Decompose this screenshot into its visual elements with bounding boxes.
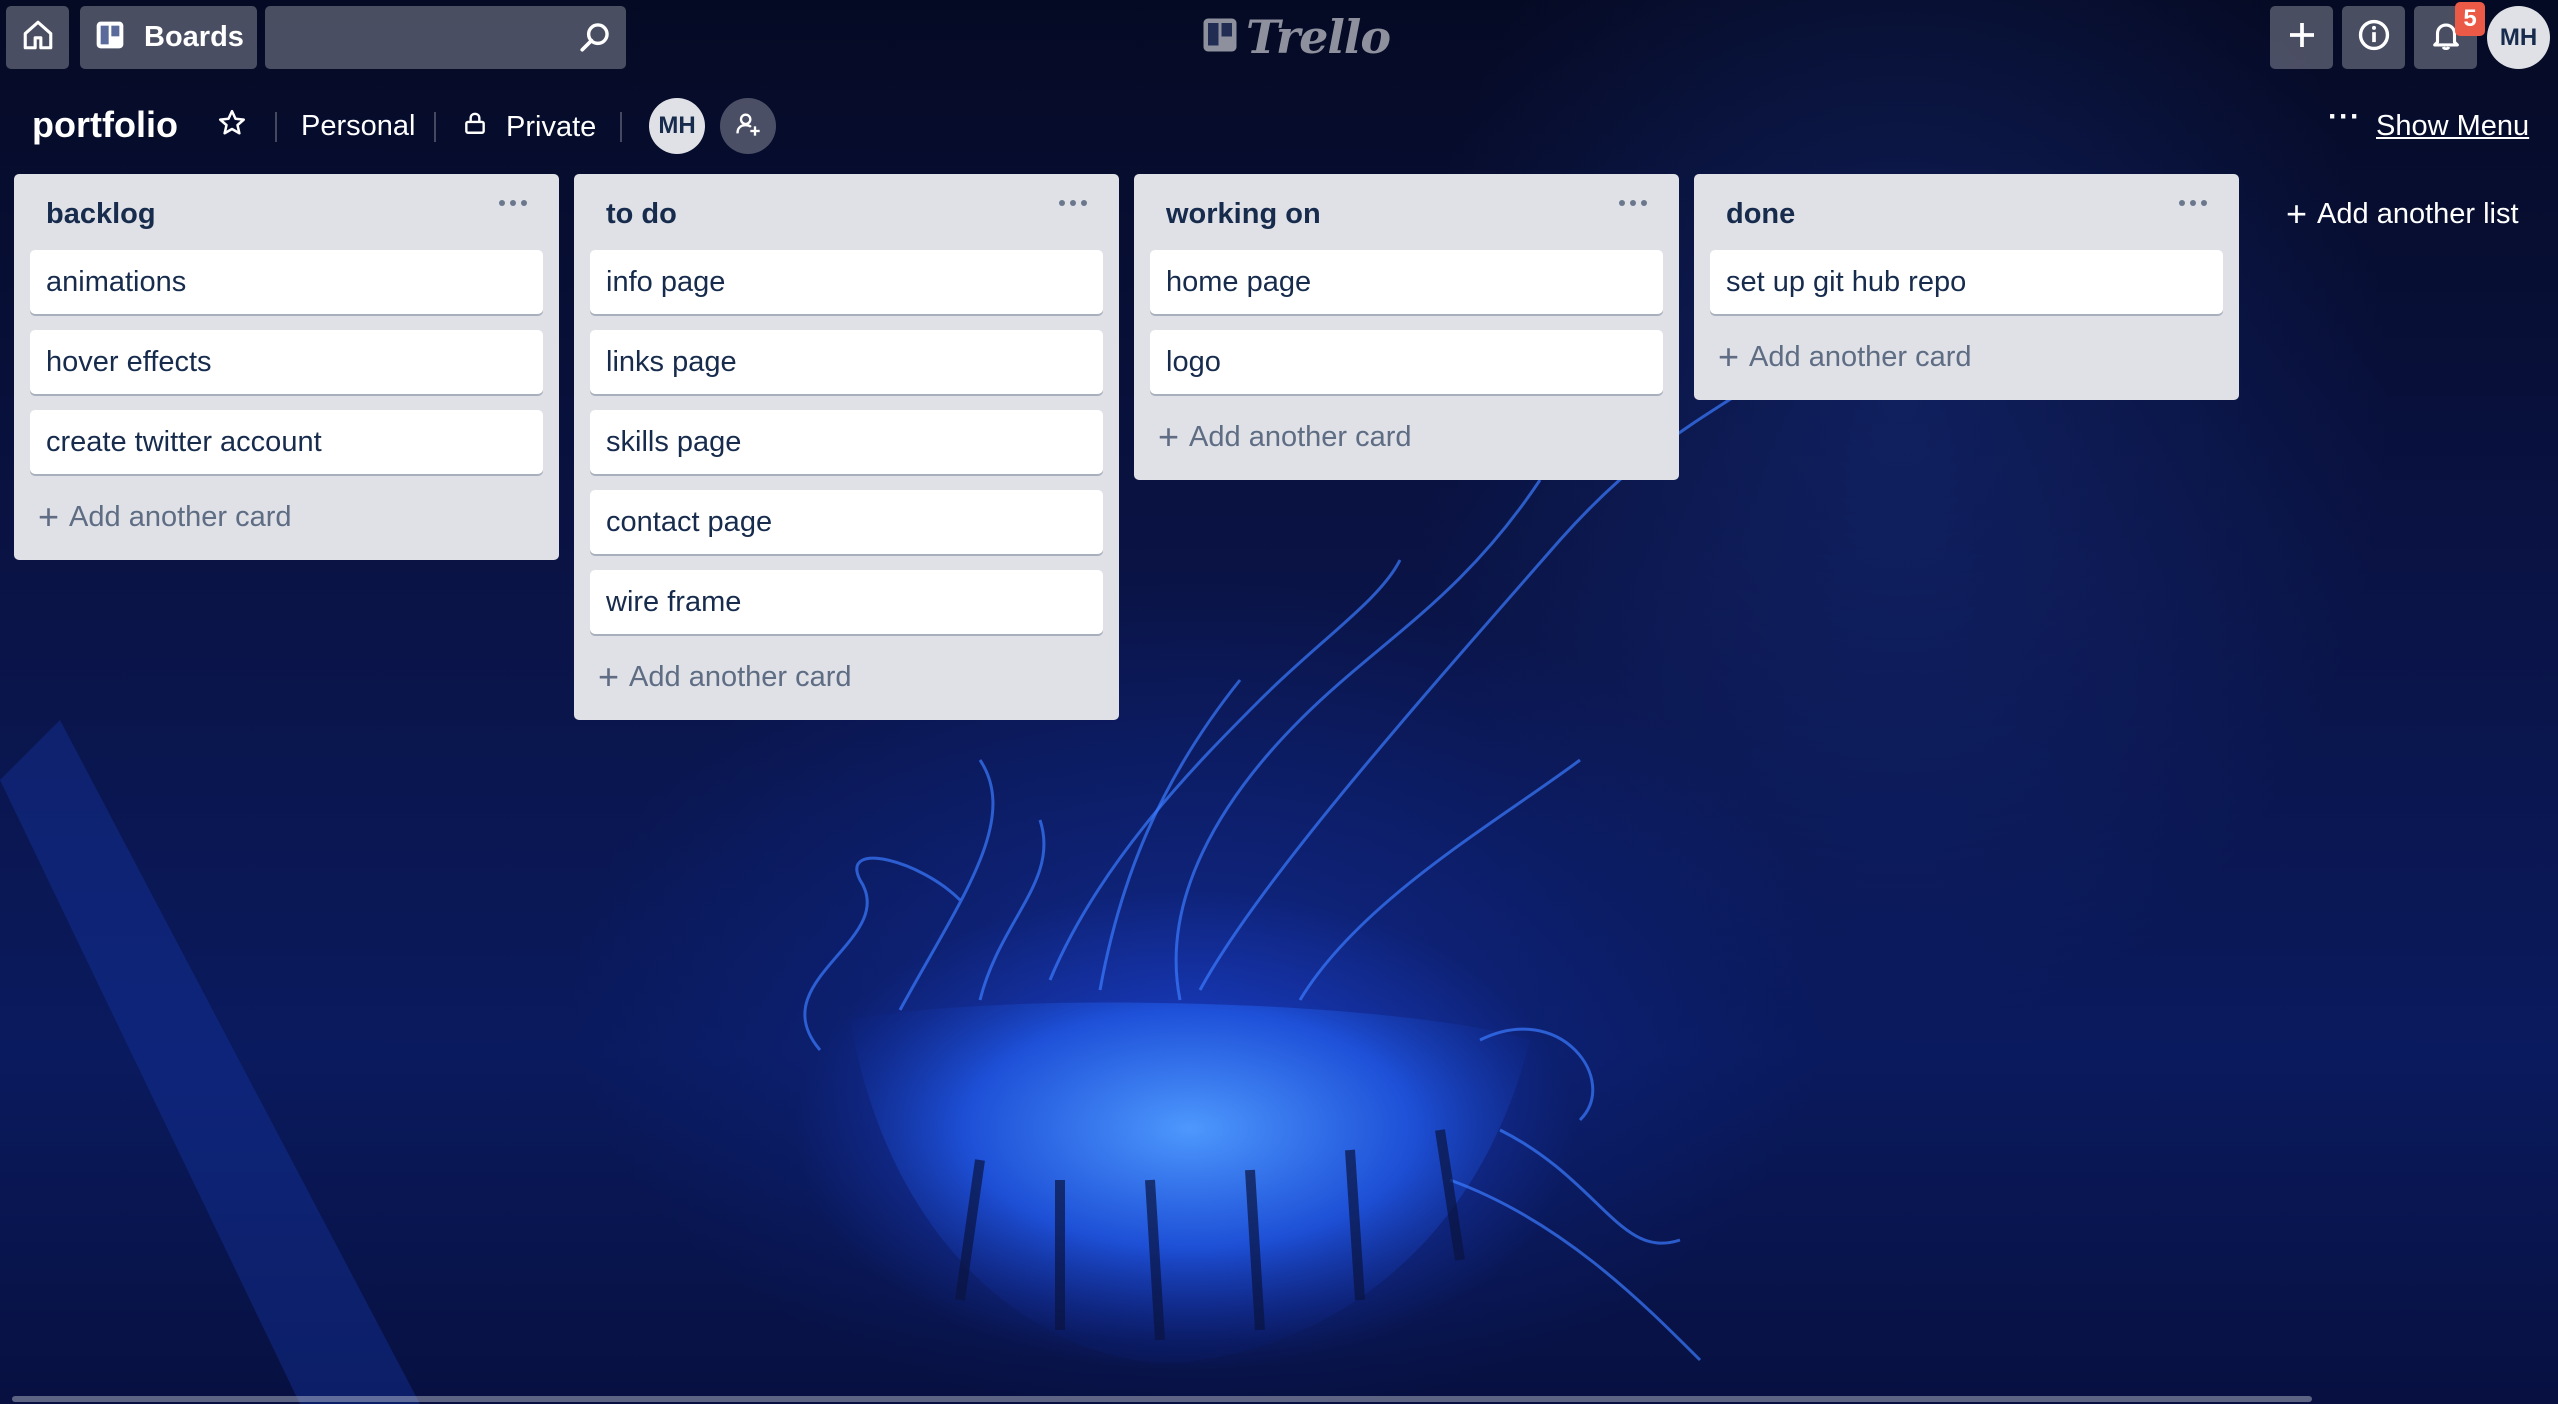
plus-icon: +	[1718, 336, 1740, 377]
card[interactable]: home page	[1150, 250, 1663, 314]
plus-icon: +	[1158, 416, 1180, 457]
create-button[interactable]	[2270, 6, 2333, 69]
home-button[interactable]	[6, 6, 69, 69]
invite-member-button[interactable]	[720, 98, 776, 154]
add-card-label: Add another card	[1189, 420, 1412, 453]
card[interactable]: create twitter account	[30, 410, 543, 474]
header-divider	[434, 112, 436, 142]
list-menu-icon[interactable]	[1613, 188, 1653, 218]
list-header: backlog	[30, 174, 543, 250]
list-header: to do	[590, 174, 1103, 250]
list[interactable]: backlog animations hover effects create twi…	[14, 174, 559, 560]
list-header: working on	[1150, 174, 1663, 250]
search-icon[interactable]	[578, 20, 612, 59]
card[interactable]: animations	[30, 250, 543, 314]
visibility-button[interactable]: Private	[462, 110, 596, 144]
list-title[interactable]: working on	[1166, 198, 1321, 231]
trello-logo-icon	[1202, 17, 1238, 58]
search-box[interactable]	[265, 6, 626, 69]
boards-label: Boards	[144, 21, 244, 53]
search-input[interactable]	[265, 6, 565, 69]
visibility-label: Private	[506, 110, 597, 143]
card[interactable]: skills page	[590, 410, 1103, 474]
list-menu-icon[interactable]	[2173, 188, 2213, 218]
card[interactable]: hover effects	[30, 330, 543, 394]
card[interactable]: set up git hub repo	[1710, 250, 2223, 314]
list[interactable]: to do info page links page skills page conta…	[574, 174, 1119, 720]
trello-logo-text: Trello	[1246, 10, 1391, 64]
card[interactable]: contact page	[590, 490, 1103, 554]
card[interactable]: logo	[1150, 330, 1663, 394]
card[interactable]: links page	[590, 330, 1103, 394]
add-card-button[interactable]: + Add another card	[1710, 326, 2223, 388]
trello-logo[interactable]: Trello	[1202, 10, 1391, 64]
list-title[interactable]: done	[1726, 198, 1795, 231]
plus-icon	[2286, 19, 2318, 56]
header-divider	[275, 112, 277, 142]
board-header: portfolio Personal Private MH ··· Show M…	[0, 90, 2558, 162]
notification-count-badge: 5	[2455, 2, 2485, 36]
add-user-icon	[734, 110, 762, 143]
plus-icon: +	[38, 496, 60, 537]
star-icon[interactable]	[217, 108, 247, 143]
boards-button[interactable]: Boards	[80, 6, 257, 69]
header-divider	[620, 112, 622, 142]
add-card-label: Add another card	[1749, 340, 1972, 373]
boards-icon	[94, 19, 126, 56]
plus-icon: +	[2286, 193, 2308, 234]
user-avatar[interactable]: MH	[2487, 6, 2550, 69]
add-card-button[interactable]: + Add another card	[30, 486, 543, 548]
list-menu-icon[interactable]	[493, 188, 533, 218]
add-card-button[interactable]: + Add another card	[590, 646, 1103, 708]
show-menu-link[interactable]: Show Menu	[2376, 110, 2529, 143]
home-icon	[21, 18, 55, 57]
board-title[interactable]: portfolio	[32, 104, 178, 146]
add-card-label: Add another card	[629, 660, 852, 693]
team-button[interactable]: Personal	[301, 110, 415, 143]
info-button[interactable]	[2342, 6, 2405, 69]
list[interactable]: working on home page logo + Add another card	[1134, 174, 1679, 480]
card[interactable]: wire frame	[590, 570, 1103, 634]
list[interactable]: done set up git hub repo + Add another card	[1694, 174, 2239, 400]
list-menu-icon[interactable]	[1053, 188, 1093, 218]
list-title[interactable]: to do	[606, 198, 677, 231]
horizontal-scrollbar[interactable]	[12, 1396, 2312, 1402]
more-options-icon[interactable]: ···	[2328, 100, 2361, 134]
top-navigation-bar: Boards Trello 5 MH	[0, 0, 2558, 75]
add-list-label: Add another list	[2317, 197, 2519, 230]
info-icon	[2357, 18, 2391, 57]
add-card-button[interactable]: + Add another card	[1150, 406, 1663, 468]
list-title[interactable]: backlog	[46, 198, 156, 231]
add-card-label: Add another card	[69, 500, 292, 533]
plus-icon: +	[598, 656, 620, 697]
board-member-avatar[interactable]: MH	[649, 98, 705, 154]
card[interactable]: info page	[590, 250, 1103, 314]
lock-icon	[462, 110, 488, 144]
list-header: done	[1710, 174, 2223, 250]
add-list-button[interactable]: + Add another list	[2262, 180, 2542, 248]
